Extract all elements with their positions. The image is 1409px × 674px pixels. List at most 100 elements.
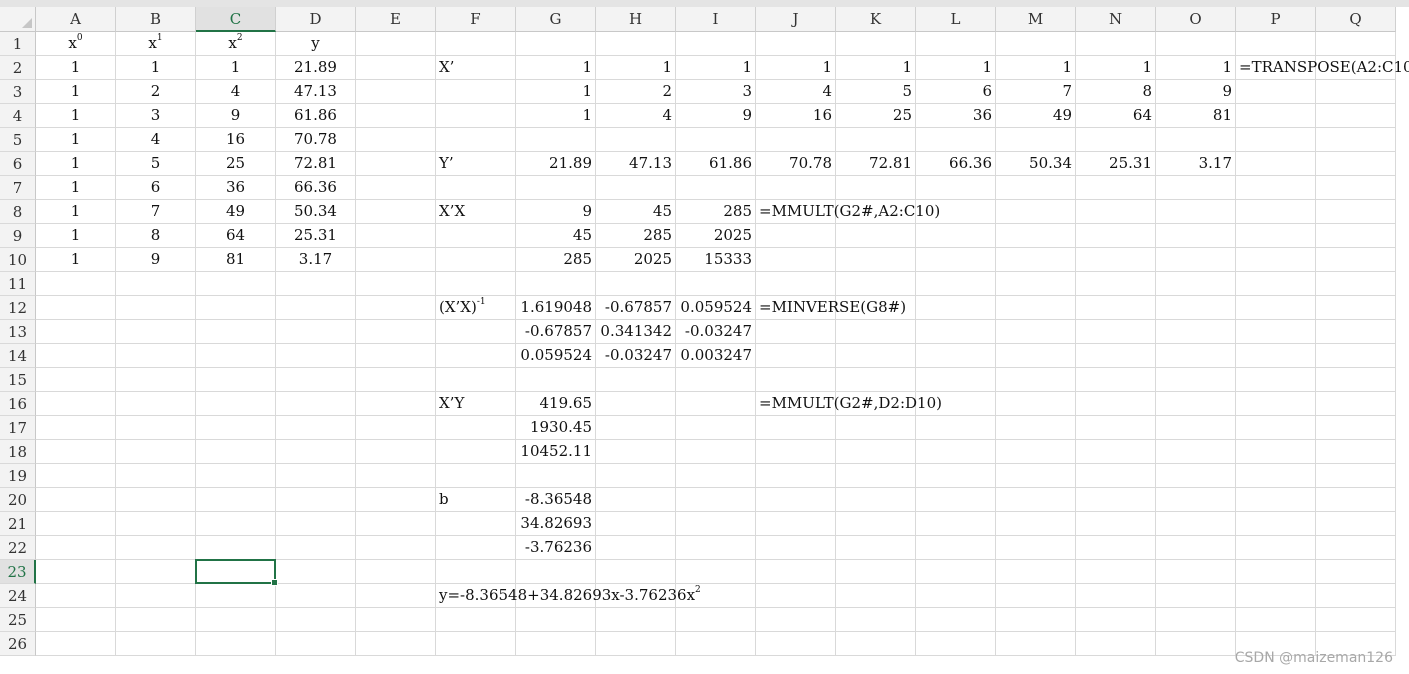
column-header-g[interactable]: G <box>516 7 596 32</box>
grid-cell[interactable] <box>1156 344 1236 368</box>
grid-cell[interactable] <box>1316 296 1396 320</box>
grid-cell[interactable] <box>36 488 116 512</box>
grid-cell[interactable] <box>196 584 276 608</box>
grid-cell[interactable] <box>1156 560 1236 584</box>
row-header-23[interactable]: 23 <box>0 560 36 584</box>
grid-cell[interactable] <box>196 608 276 632</box>
grid-cell[interactable] <box>276 416 356 440</box>
column-header-q[interactable]: Q <box>1316 7 1396 32</box>
grid-cell[interactable] <box>916 248 996 272</box>
column-header-k[interactable]: K <box>836 7 916 32</box>
grid-cell[interactable] <box>1076 440 1156 464</box>
grid-cell[interactable] <box>996 344 1076 368</box>
grid-cell[interactable] <box>836 176 916 200</box>
grid-cell[interactable] <box>596 392 676 416</box>
grid-cell[interactable] <box>436 536 516 560</box>
grid-cell[interactable] <box>1316 440 1396 464</box>
grid-cell[interactable] <box>836 128 916 152</box>
row-header-17[interactable]: 17 <box>0 416 36 440</box>
row-header-4[interactable]: 4 <box>0 104 36 128</box>
grid-cell[interactable] <box>756 608 836 632</box>
grid-cell[interactable] <box>596 464 676 488</box>
grid-cell[interactable] <box>836 488 916 512</box>
grid-cell[interactable] <box>116 584 196 608</box>
column-header-f[interactable]: F <box>436 7 516 32</box>
grid-cell[interactable] <box>116 392 196 416</box>
grid-cell[interactable] <box>756 128 836 152</box>
grid-cell[interactable] <box>196 536 276 560</box>
grid-cell[interactable] <box>756 560 836 584</box>
grid-cell[interactable] <box>116 512 196 536</box>
grid-cell[interactable] <box>1076 248 1156 272</box>
grid-cell[interactable] <box>1316 560 1396 584</box>
row-header-16[interactable]: 16 <box>0 392 36 416</box>
row-header-1[interactable]: 1 <box>0 32 36 56</box>
grid-cell[interactable] <box>916 608 996 632</box>
grid-cell[interactable] <box>36 608 116 632</box>
grid-cell[interactable] <box>436 272 516 296</box>
grid-cell[interactable] <box>596 272 676 296</box>
grid-cell[interactable] <box>276 344 356 368</box>
grid-cell[interactable] <box>116 320 196 344</box>
grid-cell[interactable] <box>356 440 436 464</box>
grid-cell[interactable] <box>356 464 436 488</box>
grid-cell[interactable] <box>916 512 996 536</box>
grid-cell[interactable] <box>1236 368 1316 392</box>
grid-cell[interactable] <box>1316 272 1396 296</box>
row-header-19[interactable]: 19 <box>0 464 36 488</box>
grid-cell[interactable] <box>1076 464 1156 488</box>
row-header-24[interactable]: 24 <box>0 584 36 608</box>
grid-cell[interactable] <box>1076 608 1156 632</box>
grid-cell[interactable] <box>1236 584 1316 608</box>
grid-cell[interactable] <box>1076 320 1156 344</box>
grid-cell[interactable] <box>1156 488 1236 512</box>
grid-cell[interactable] <box>1236 152 1316 176</box>
grid-cell[interactable] <box>676 128 756 152</box>
grid-cell[interactable] <box>996 488 1076 512</box>
grid-cell[interactable] <box>996 392 1076 416</box>
row-header-11[interactable]: 11 <box>0 272 36 296</box>
column-header-j[interactable]: J <box>756 7 836 32</box>
grid-cell[interactable] <box>1156 464 1236 488</box>
grid-cell[interactable] <box>276 632 356 656</box>
grid-cell[interactable] <box>436 128 516 152</box>
grid-cell[interactable] <box>1316 224 1396 248</box>
grid-cell[interactable] <box>836 224 916 248</box>
grid-cell[interactable] <box>196 440 276 464</box>
row-header-12[interactable]: 12 <box>0 296 36 320</box>
grid-cell[interactable] <box>836 248 916 272</box>
grid-cell[interactable] <box>1316 248 1396 272</box>
grid-cell[interactable] <box>36 272 116 296</box>
grid-cell[interactable] <box>356 128 436 152</box>
grid-cell[interactable] <box>1316 200 1396 224</box>
grid-cell[interactable] <box>36 416 116 440</box>
grid-cell[interactable] <box>356 416 436 440</box>
grid-cell[interactable] <box>1156 632 1236 656</box>
grid-cell[interactable] <box>196 296 276 320</box>
grid-cell[interactable] <box>676 416 756 440</box>
column-header-h[interactable]: H <box>596 7 676 32</box>
row-header-18[interactable]: 18 <box>0 440 36 464</box>
grid-cell[interactable] <box>276 488 356 512</box>
grid-cell[interactable] <box>996 32 1076 56</box>
grid-cell[interactable] <box>356 392 436 416</box>
grid-cell[interactable] <box>916 32 996 56</box>
grid-cell[interactable] <box>116 344 196 368</box>
row-header-14[interactable]: 14 <box>0 344 36 368</box>
grid-cell[interactable] <box>756 32 836 56</box>
grid-cell[interactable] <box>276 392 356 416</box>
grid-cell[interactable] <box>1076 632 1156 656</box>
grid-cell[interactable] <box>1236 104 1316 128</box>
grid-cell[interactable] <box>436 80 516 104</box>
grid-cell[interactable] <box>1236 512 1316 536</box>
grid-cell[interactable] <box>1076 128 1156 152</box>
grid-cell[interactable] <box>676 392 756 416</box>
grid-cell[interactable] <box>276 320 356 344</box>
grid-cell[interactable] <box>1236 440 1316 464</box>
grid-cell[interactable] <box>1156 200 1236 224</box>
column-header-e[interactable]: E <box>356 7 436 32</box>
grid-cell[interactable] <box>356 296 436 320</box>
grid-cell[interactable] <box>836 320 916 344</box>
grid-cell[interactable] <box>516 560 596 584</box>
grid-cell[interactable] <box>916 488 996 512</box>
